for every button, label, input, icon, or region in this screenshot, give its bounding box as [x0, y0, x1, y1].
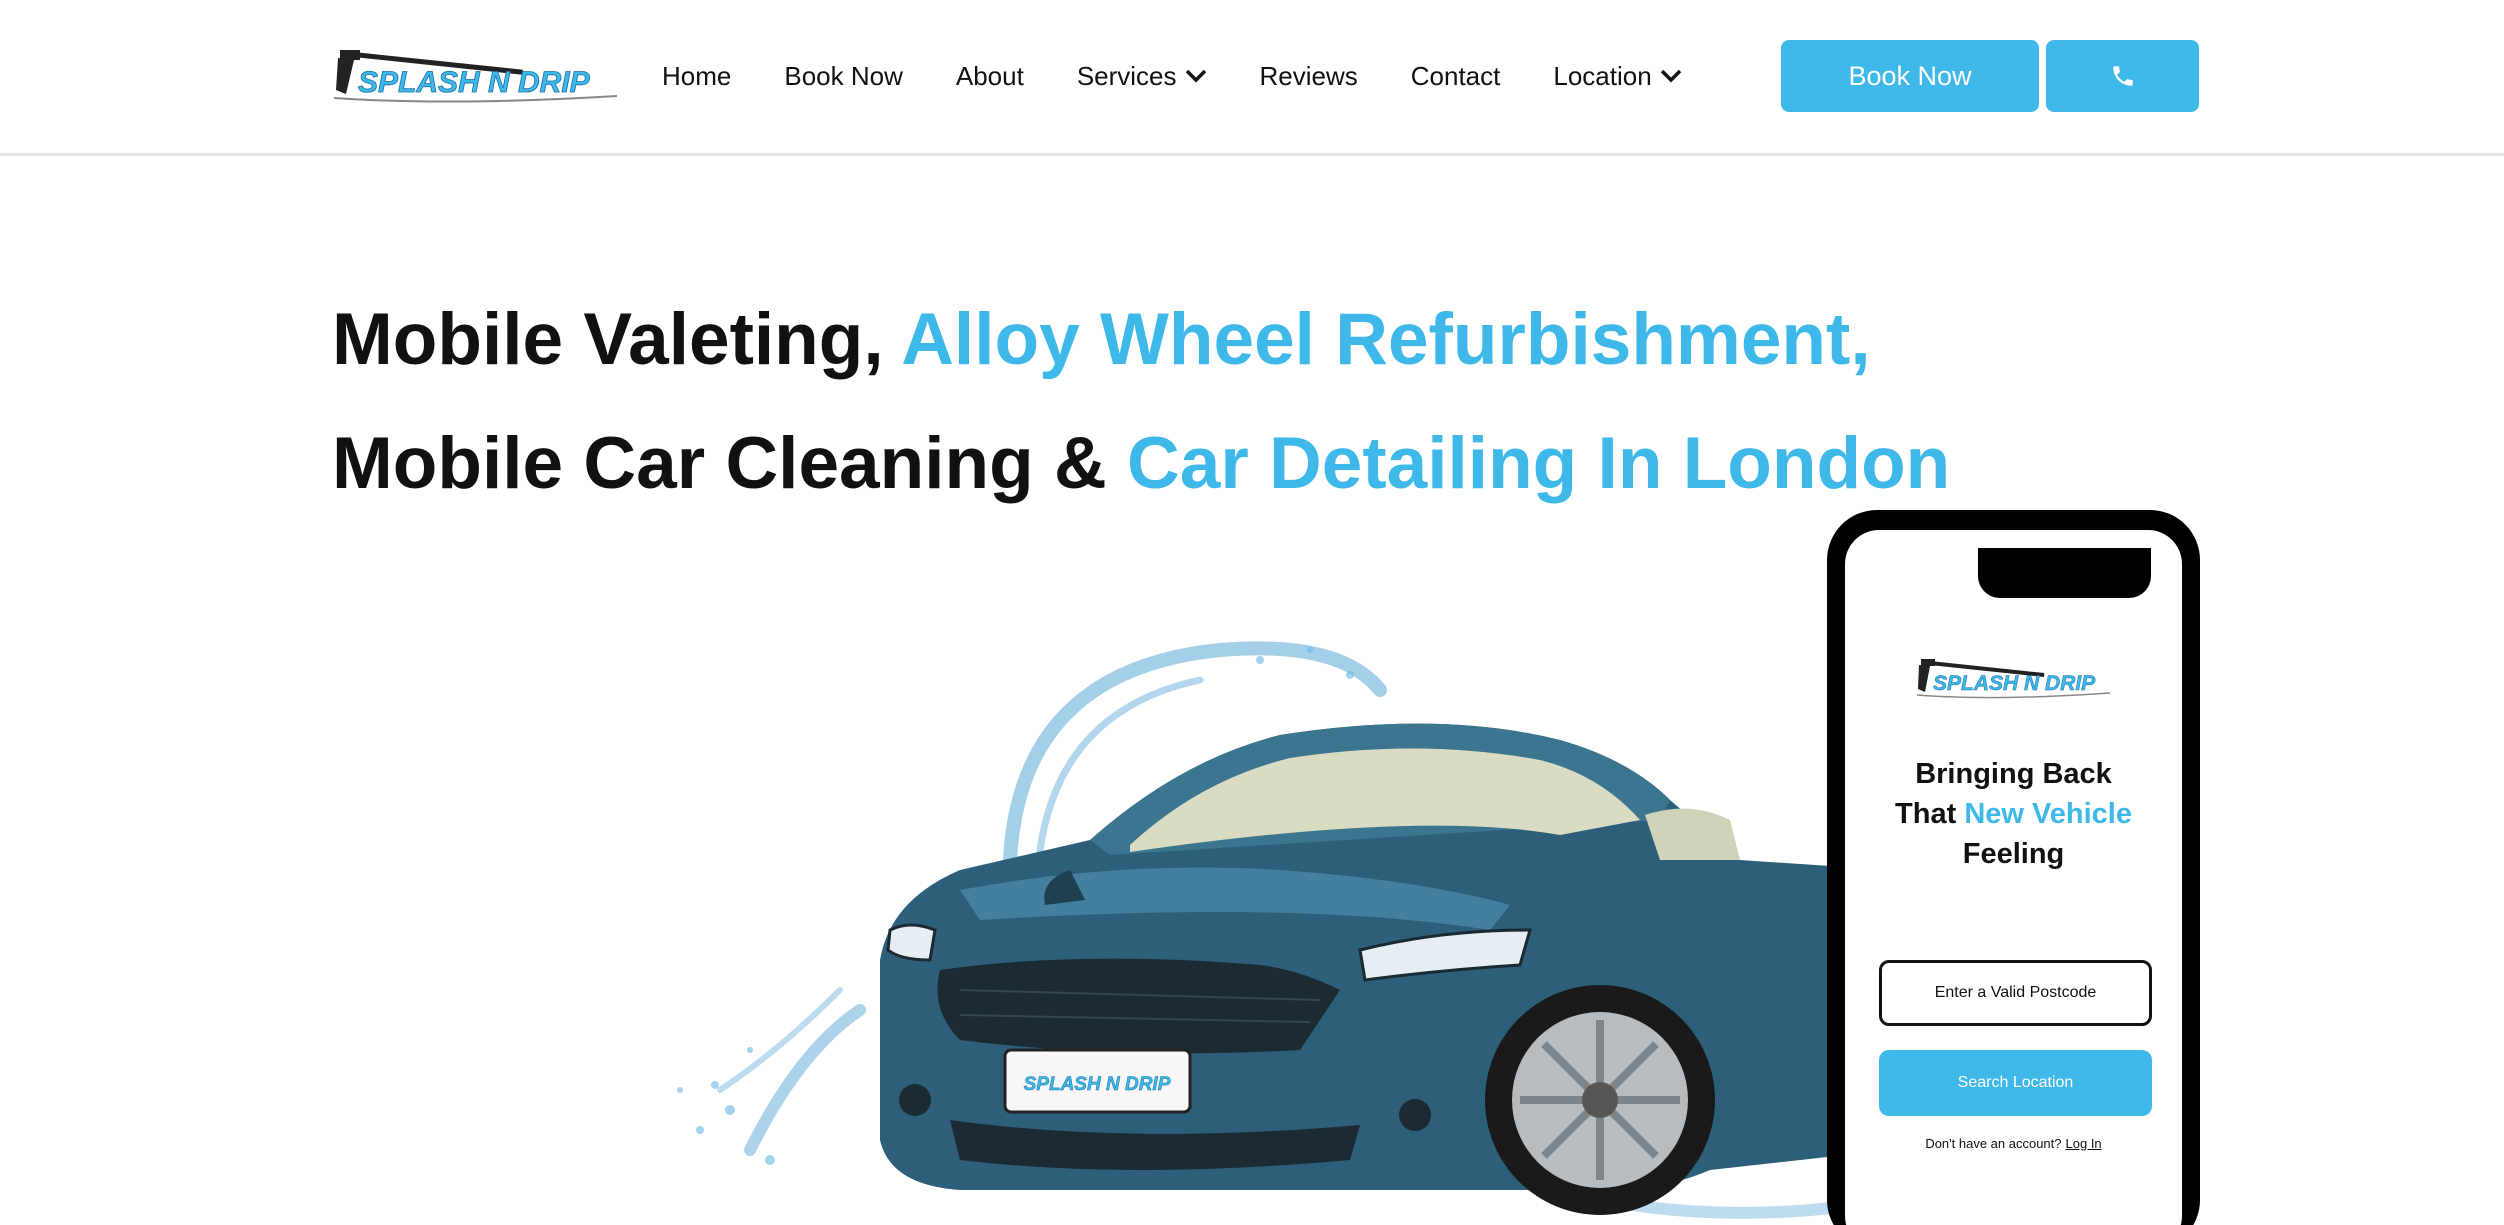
nav-label: About	[955, 60, 1024, 91]
nav-label: Reviews	[1259, 60, 1358, 91]
book-now-button[interactable]: Book Now	[1781, 40, 2039, 112]
phone-mockup: SPLASH N DRIP Bringing Back That New Veh…	[1827, 510, 2200, 1225]
splash-n-drip-logo[interactable]: SPLASH N DRIP	[332, 44, 627, 106]
nav-label: Home	[662, 60, 732, 91]
plate-text: SPLASH N DRIP	[1024, 1074, 1171, 1095]
headline-accent-text: Car Detailing In London	[1127, 423, 1951, 504]
headline-line-2: Mobile Car Cleaning & Car Detailing In L…	[332, 402, 2132, 526]
phone-screen: SPLASH N DRIP Bringing Back That New Veh…	[1845, 530, 2182, 1225]
nav-label: Book Now	[784, 60, 903, 91]
nav-item-home[interactable]: Home	[662, 61, 731, 92]
headline-dark-text: Mobile Car Cleaning &	[332, 423, 1107, 504]
nav-item-about[interactable]: About	[956, 61, 1024, 92]
headline-dark-text: Mobile Valeting,	[332, 299, 884, 380]
nav-item-services[interactable]: Services	[1077, 61, 1207, 92]
phone-logo-text: SPLASH N DRIP	[1933, 672, 2096, 695]
headline-accent-text: Alloy Wheel Refurbishment,	[901, 299, 1871, 380]
nav-item-book-now[interactable]: Book Now	[784, 61, 903, 92]
logo-text: SPLASH N DRIP	[358, 66, 591, 99]
call-button[interactable]	[2046, 40, 2199, 112]
nav-label: Location	[1553, 60, 1652, 91]
phone-icon	[2112, 66, 2133, 86]
nav-label: Services	[1076, 60, 1177, 91]
nav-label: Contact	[1410, 60, 1501, 91]
hero-headline: Mobile Valeting, Alloy Wheel Refurbishme…	[332, 278, 2132, 526]
phone-title-line: That New Vehicle	[1845, 794, 2182, 834]
phone-footer: Don't have an account? Log In	[1845, 1136, 2182, 1151]
phone-title-accent: New Vehicle	[1964, 798, 2132, 830]
phone-title-dark: That	[1895, 798, 1957, 830]
phone-title-line: Feeling	[1962, 838, 2065, 870]
phone-logo: SPLASH N DRIP	[1916, 659, 2111, 699]
no-account-text: Don't have an account?	[1925, 1136, 2062, 1151]
nav-item-contact[interactable]: Contact	[1411, 61, 1501, 92]
search-location-button[interactable]: Search Location	[1879, 1050, 2152, 1116]
phone-title-line: Bringing Back	[1915, 758, 2112, 790]
phone-notch	[1978, 548, 2151, 598]
chevron-down-icon	[1660, 69, 1681, 83]
login-link[interactable]: Log In	[2066, 1136, 2102, 1151]
postcode-input[interactable]: Enter a Valid Postcode	[1879, 960, 2152, 1026]
nav-item-reviews[interactable]: Reviews	[1260, 61, 1358, 92]
main-nav: Home Book Now About Services Reviews Con…	[662, 0, 1735, 152]
chevron-down-icon	[1185, 69, 1206, 83]
headline-line-1: Mobile Valeting, Alloy Wheel Refurbishme…	[332, 278, 2132, 402]
car-illustration: SPLASH N DRIP	[677, 641, 1890, 1219]
nav-item-location[interactable]: Location	[1553, 61, 1681, 92]
phone-title: Bringing Back That New Vehicle Feeling	[1845, 754, 2182, 874]
site-header: SPLASH N DRIP Home Book Now About Servic…	[0, 0, 2504, 156]
